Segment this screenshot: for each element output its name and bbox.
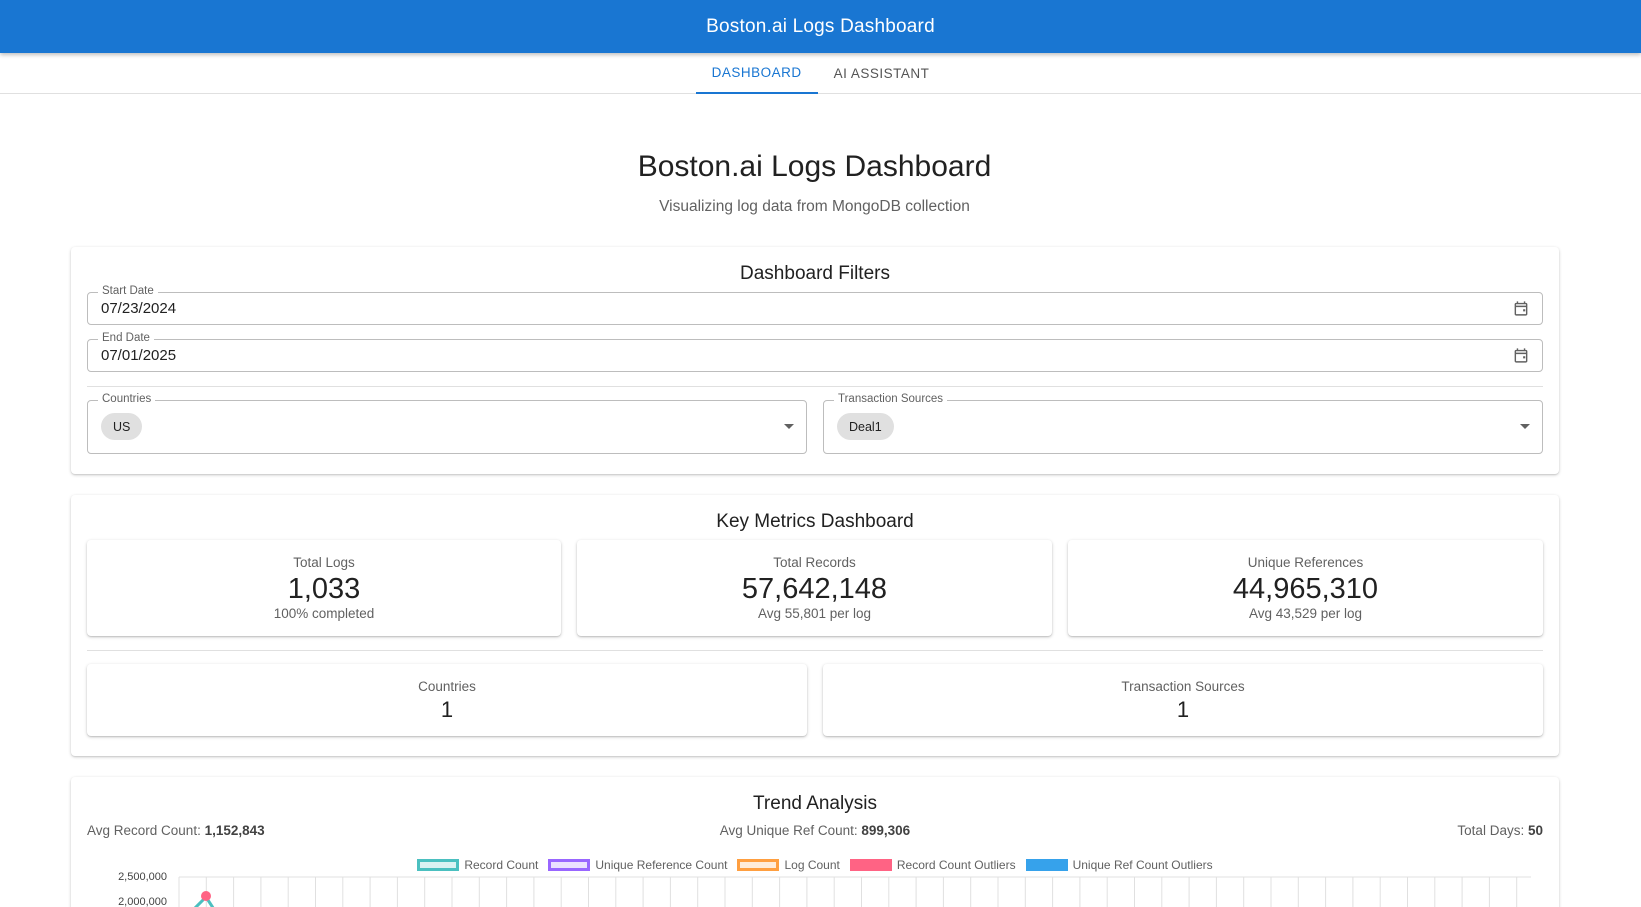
end-date-value: 07/01/2025 (101, 347, 177, 364)
chevron-down-icon[interactable] (784, 424, 794, 429)
countries-label: Countries (98, 393, 156, 405)
tab-bar: DASHBOARD AI ASSISTANT (0, 53, 1641, 94)
total-logs-sub: 100% completed (273, 606, 375, 621)
filters-card: Dashboard Filters Start Date 07/23/2024 … (71, 247, 1559, 474)
filters-title: Dashboard Filters (740, 263, 890, 284)
tab-ai-assistant[interactable]: AI ASSISTANT (818, 53, 946, 94)
end-date-label: End Date (98, 332, 154, 344)
chart-grid (178, 876, 1531, 907)
tab-dashboard[interactable]: DASHBOARD (695, 53, 818, 94)
countries-card: Countries 1 (87, 664, 807, 736)
transaction-sources-metric-value: 1 (1176, 697, 1190, 722)
calendar-icon[interactable] (1512, 347, 1530, 364)
page-subtitle: Visualizing log data from MongoDB collec… (659, 198, 970, 215)
transaction-sources-card: Transaction Sources 1 (823, 664, 1543, 736)
total-records-label: Total Records (773, 555, 856, 570)
transaction-sources-select[interactable]: Transaction Sources Deal1 (823, 393, 1543, 454)
unique-references-label: Unique References (1247, 555, 1364, 570)
metrics-card: Key Metrics Dashboard Total Logs 1,033 1… (71, 495, 1559, 756)
app-bar: Boston.ai Logs Dashboard (0, 0, 1641, 53)
trend-chart: 2,500,000 2,000,000 (118, 871, 1531, 907)
end-date-field[interactable]: End Date 07/01/2025 (87, 332, 1543, 372)
total-logs-card: Total Logs 1,033 100% completed (87, 540, 561, 636)
transaction-source-chip[interactable]: Deal1 (837, 413, 894, 440)
start-date-field[interactable]: Start Date 07/23/2024 (87, 285, 1543, 325)
total-logs-value: 1,033 (287, 573, 361, 605)
calendar-icon[interactable] (1512, 300, 1530, 317)
country-chip[interactable]: US (101, 413, 143, 440)
page-title: Boston.ai Logs Dashboard (637, 150, 992, 183)
transaction-sources-label: Transaction Sources (834, 393, 948, 405)
app-title: Boston.ai Logs Dashboard (706, 15, 935, 37)
metrics-divider (87, 650, 1543, 651)
y-tick-label: 2,000,000 (118, 896, 167, 907)
metrics-title: Key Metrics Dashboard (716, 511, 914, 532)
total-records-value: 57,642,148 (741, 573, 888, 605)
start-date-label: Start Date (98, 285, 158, 297)
total-records-card: Total Records 57,642,148 Avg 55,801 per … (577, 540, 1052, 636)
countries-select[interactable]: Countries US (87, 393, 807, 454)
y-tick-label: 2,500,000 (118, 871, 167, 883)
countries-metric-value: 1 (440, 697, 454, 722)
unique-references-sub: Avg 43,529 per log (1248, 606, 1363, 621)
total-logs-label: Total Logs (293, 555, 355, 570)
transaction-sources-metric-label: Transaction Sources (1121, 679, 1245, 694)
chevron-down-icon[interactable] (1520, 424, 1530, 429)
total-records-sub: Avg 55,801 per log (757, 606, 872, 621)
record-count-outlier-point (201, 891, 211, 901)
unique-references-value: 44,965,310 (1232, 573, 1379, 605)
unique-references-card: Unique References 44,965,310 Avg 43,529 … (1068, 540, 1543, 636)
filters-divider (87, 386, 1543, 387)
trend-card: Trend Analysis Avg Record Count: 1,152,8… (71, 777, 1559, 907)
countries-metric-label: Countries (418, 679, 476, 694)
start-date-value: 07/23/2024 (101, 300, 177, 317)
